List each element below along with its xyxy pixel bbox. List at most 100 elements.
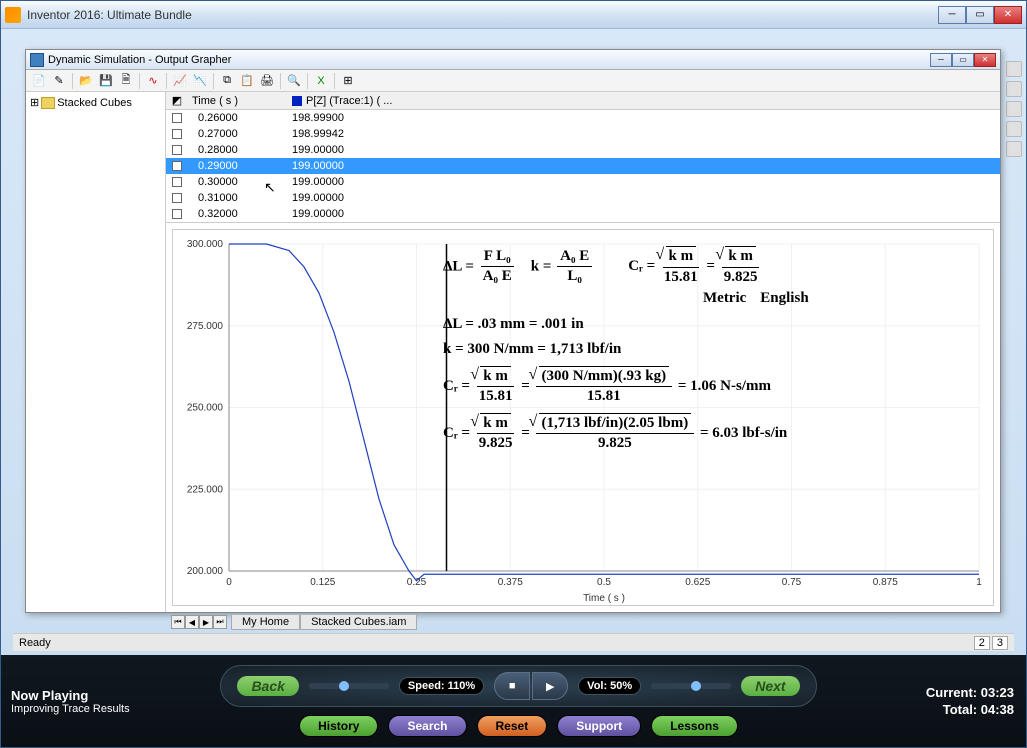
grid-row[interactable]: 0.31000199.00000 [166, 190, 1000, 206]
outer-close-button[interactable]: ✕ [994, 6, 1022, 24]
lessons-button[interactable]: Lessons [651, 715, 738, 737]
right-tool-strip [1006, 61, 1024, 157]
next-button[interactable]: Next [741, 676, 799, 696]
edit-icon[interactable]: ✎ [50, 72, 68, 90]
speed-slider[interactable] [309, 683, 389, 689]
row-checkbox[interactable] [172, 177, 182, 187]
outer-window-title: Inventor 2016: Ultimate Bundle [27, 8, 938, 22]
folder-icon [41, 97, 55, 109]
svg-text:0: 0 [226, 577, 232, 588]
chart-icon[interactable]: 📈 [171, 72, 189, 90]
grapher-minimize-button[interactable]: ─ [930, 53, 952, 67]
svg-text:0.375: 0.375 [498, 577, 523, 588]
time-info: Current: 03:23 Total: 04:38 [876, 683, 1026, 719]
doc-tabs: My Home Stacked Cubes.iam [231, 615, 417, 630]
row-checkbox[interactable] [172, 113, 182, 123]
vol-slider[interactable] [651, 683, 731, 689]
history-button[interactable]: History [299, 715, 378, 737]
row-checkbox[interactable] [172, 145, 182, 155]
support-button[interactable]: Support [557, 715, 641, 737]
tab-my-home[interactable]: My Home [231, 615, 300, 630]
svg-text:300.000: 300.000 [187, 239, 224, 250]
app-icon [5, 7, 21, 23]
status-page-2[interactable]: 2 [974, 636, 990, 650]
current-time: Current: 03:23 [876, 685, 1014, 700]
grapher-maximize-button[interactable]: ▭ [952, 53, 974, 67]
speed-label: Speed: 110% [399, 677, 484, 695]
grapher-window: Dynamic Simulation - Output Grapher ─ ▭ … [25, 49, 1001, 613]
search-button[interactable]: Search [388, 715, 466, 737]
expand-icon[interactable]: ⊞ [30, 96, 39, 109]
nav-prev-icon[interactable]: ◀ [185, 615, 199, 629]
grid-row[interactable]: 0.32000199.00000 [166, 206, 1000, 222]
paste-icon[interactable]: 📋 [238, 72, 256, 90]
nav-last-icon[interactable]: ⏭ [213, 615, 227, 629]
row-checkbox[interactable] [172, 129, 182, 139]
tool-icon[interactable] [1006, 141, 1022, 157]
svg-text:225.000: 225.000 [187, 484, 224, 495]
row-checkbox[interactable] [172, 193, 182, 203]
open-icon[interactable]: 📂 [77, 72, 95, 90]
grid-row[interactable]: 0.28000199.00000 [166, 142, 1000, 158]
tool-icon[interactable] [1006, 81, 1022, 97]
svg-text:275.000: 275.000 [187, 321, 224, 332]
excel-icon[interactable]: X [312, 72, 330, 90]
tab-stacked-cubes[interactable]: Stacked Cubes.iam [300, 615, 417, 630]
tree-root-label: Stacked Cubes [57, 97, 132, 109]
svg-text:200.000: 200.000 [187, 566, 224, 577]
save-icon[interactable]: 💾 [97, 72, 115, 90]
grid-row[interactable]: 0.26000198.99900 [166, 110, 1000, 126]
stop-button[interactable]: ■ [494, 672, 530, 700]
grid-row[interactable]: 0.30000199.00000 [166, 174, 1000, 190]
back-button[interactable]: Back [237, 676, 298, 696]
outer-titlebar: Inventor 2016: Ultimate Bundle ─ ▭ ✕ [1, 1, 1026, 29]
header-pz[interactable]: P[Z] (Trace:1) ( ... [288, 95, 1000, 107]
svg-text:1: 1 [976, 577, 982, 588]
row-checkbox[interactable] [172, 161, 182, 171]
data-grid: ◩ Time ( s ) P[Z] (Trace:1) ( ... 0.2600… [166, 92, 1000, 223]
nav-next-icon[interactable]: ▶ [199, 615, 213, 629]
zoom-icon[interactable]: 🔍 [285, 72, 303, 90]
outer-minimize-button[interactable]: ─ [938, 6, 966, 24]
grapher-toolbar: 📄 ✎ 📂 💾 🗎 ∿ 📈 📉 ⧉ 📋 🖨 🔍 X ⊞ [26, 70, 1000, 92]
grid-row[interactable]: 0.29000199.00000 [166, 158, 1000, 174]
tool-icon[interactable] [1006, 121, 1022, 137]
outer-window: Inventor 2016: Ultimate Bundle ─ ▭ ✕ Dyn… [0, 0, 1027, 748]
outer-maximize-button[interactable]: ▭ [966, 6, 994, 24]
tree-root-item[interactable]: ⊞ Stacked Cubes [30, 96, 161, 109]
saveas-icon[interactable]: 🗎 [117, 72, 135, 90]
header-time[interactable]: Time ( s ) [188, 95, 288, 107]
svg-text:0.875: 0.875 [873, 577, 898, 588]
vol-label: Vol: 50% [578, 677, 641, 695]
formula-overlay: ΔL = F L₀A₀ E k = A₀ EL₀ Cᵣ = k m15.81 =… [443, 246, 809, 460]
svg-text:0.125: 0.125 [310, 577, 335, 588]
chart-area: 0 0.125 0.25 0.375 0.5 0.625 0.75 0.875 1 200.000… [172, 229, 994, 606]
grapher-close-button[interactable]: ✕ [974, 53, 996, 67]
row-checkbox[interactable] [172, 209, 182, 219]
chart2-icon[interactable]: 📉 [191, 72, 209, 90]
reset-button[interactable]: Reset [477, 715, 548, 737]
player-bar: Now Playing Improving Trace Results Back… [1, 655, 1026, 747]
nav-first-icon[interactable]: ⏮ [171, 615, 185, 629]
grid-row[interactable]: 0.27000198.99942 [166, 126, 1000, 142]
status-ready: Ready [19, 637, 51, 649]
svg-text:0.5: 0.5 [597, 577, 611, 588]
tool-icon[interactable] [1006, 61, 1022, 77]
copy-icon[interactable]: ⧉ [218, 72, 236, 90]
svg-text:0.625: 0.625 [685, 577, 710, 588]
print-icon[interactable]: 🖨 [258, 72, 276, 90]
now-playing-label: Now Playing [11, 688, 151, 703]
svg-text:0.75: 0.75 [782, 577, 802, 588]
total-time: Total: 04:38 [876, 702, 1014, 717]
status-bar: Ready 2 3 [13, 633, 1014, 651]
new-icon[interactable]: 📄 [30, 72, 48, 90]
svg-text:0.25: 0.25 [407, 577, 427, 588]
tool-icon[interactable] [1006, 101, 1022, 117]
doc-nav-icons: ⏮ ◀ ▶ ⏭ [171, 615, 227, 629]
play-button[interactable]: ▶ [532, 672, 568, 700]
svg-text:250.000: 250.000 [187, 403, 224, 414]
wave-icon[interactable]: ∿ [144, 72, 162, 90]
header-toggle-icon[interactable]: ◩ [166, 94, 188, 107]
status-page-3[interactable]: 3 [992, 636, 1008, 650]
settings-icon[interactable]: ⊞ [339, 72, 357, 90]
